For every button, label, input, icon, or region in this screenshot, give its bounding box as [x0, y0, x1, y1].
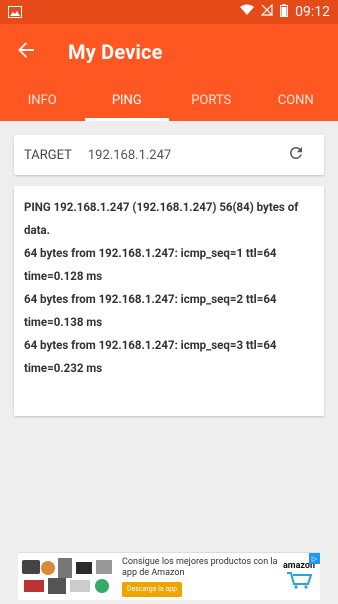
target-field[interactable]: 192.168.1.247	[88, 148, 278, 163]
clock: 09:12	[295, 4, 330, 20]
target-card: TARGET 192.168.1.247	[14, 135, 324, 175]
tab-ping[interactable]: PING	[85, 80, 170, 121]
refresh-icon	[287, 144, 305, 166]
ad-text: Consigue los mejores productos con la ap…	[118, 557, 278, 597]
tab-bar: INFO PING PORTS CONN	[0, 80, 338, 121]
tab-label: CONN	[278, 93, 314, 108]
back-button[interactable]	[0, 24, 52, 80]
tab-ports[interactable]: PORTS	[169, 80, 254, 121]
ping-output-line: 64 bytes from 192.168.1.247: icmp_seq=2 …	[24, 288, 312, 334]
arrow-back-icon	[17, 41, 35, 63]
ping-output-line: 64 bytes from 192.168.1.247: icmp_seq=3 …	[24, 334, 312, 380]
tab-indicator	[85, 118, 170, 121]
ad-choices-icon[interactable]: ▷	[309, 553, 320, 564]
wifi-icon	[240, 4, 254, 20]
tab-label: PING	[112, 93, 142, 108]
tab-info[interactable]: INFO	[0, 80, 85, 121]
tab-label: INFO	[28, 93, 57, 108]
ping-output-card: PING 192.168.1.247 (192.168.1.247) 56(84…	[14, 186, 324, 416]
ping-output-line: 64 bytes from 192.168.1.247: icmp_seq=1 …	[24, 242, 312, 288]
ad-cta-button[interactable]: Descarga la app	[122, 582, 182, 597]
refresh-button[interactable]	[278, 137, 314, 173]
no-signal-icon	[261, 4, 273, 20]
tab-conn[interactable]: CONN	[254, 80, 338, 121]
tab-label: PORTS	[191, 93, 231, 108]
page-title: My Device	[68, 40, 163, 64]
ad-banner[interactable]: Consigue los mejores productos con la ap…	[18, 552, 320, 600]
status-bar: 09:12	[0, 0, 338, 24]
ad-product-image	[18, 554, 118, 600]
target-label: TARGET	[24, 148, 72, 163]
shopping-cart-icon	[286, 571, 312, 593]
app-bar: My Device	[0, 24, 338, 80]
gallery-notification-icon	[8, 3, 22, 22]
battery-icon	[280, 4, 288, 21]
ad-headline: Consigue los mejores productos con la ap…	[122, 557, 278, 579]
ping-output-line: PING 192.168.1.247 (192.168.1.247) 56(84…	[24, 196, 312, 242]
